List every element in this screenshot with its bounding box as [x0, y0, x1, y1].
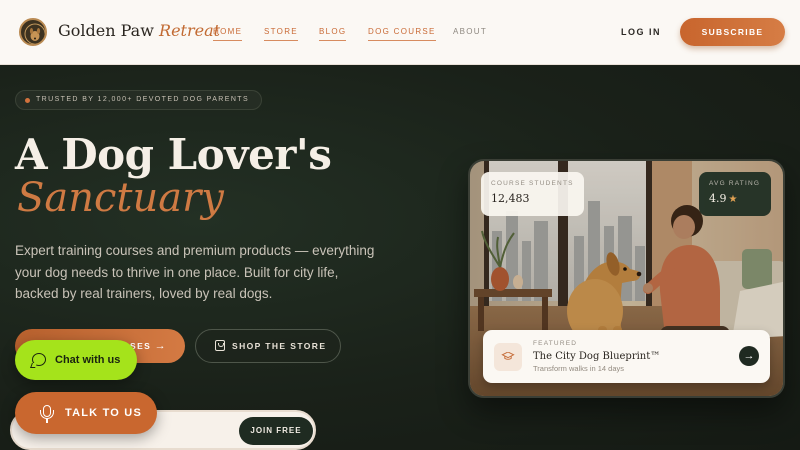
golden-paw-logo-icon[interactable]	[19, 18, 47, 46]
nav-blog[interactable]: BLOG	[319, 27, 347, 41]
site-header: Golden Paw Retreat HOME STORE BLOG DOG C…	[0, 0, 800, 65]
nav-store[interactable]: STORE	[264, 27, 298, 41]
students-label: COURSE STUDENTS	[491, 180, 574, 187]
featured-title: The City Dog Blueprint™	[533, 351, 661, 362]
chat-label: Chat with us	[55, 354, 121, 366]
students-value: 12,483	[491, 192, 530, 205]
brand-name-regular: Golden Paw	[58, 21, 154, 40]
nav-home[interactable]: HOME	[213, 27, 243, 41]
hero-headline-line2: Sanctuary	[17, 175, 224, 221]
course-students-stat: COURSE STUDENTS 12,483	[481, 172, 584, 216]
rating-value: 4.9	[709, 192, 727, 205]
brand-name-italic: Retreat	[159, 21, 221, 40]
subscribe-button[interactable]: SUBSCRIBE	[680, 18, 785, 46]
graduation-cap-icon	[494, 343, 522, 371]
hero-lead-text: Expert training courses and premium prod…	[15, 243, 375, 301]
talk-label: TALK TO US	[65, 407, 142, 419]
trust-badge-text: TRUSTED BY 12,000+ DEVOTED DOG PARENTS	[36, 96, 250, 103]
arrow-right-circle-icon[interactable]: →	[739, 346, 759, 366]
hero-headline-line1: A Dog Lover's	[15, 130, 332, 179]
nav-dog-course[interactable]: DOG COURSE	[368, 27, 436, 41]
microphone-icon	[40, 405, 54, 423]
chat-bubble-icon	[32, 353, 46, 366]
nav-about[interactable]: ABOUT	[453, 27, 487, 36]
brand-name[interactable]: Golden Paw Retreat	[58, 21, 220, 40]
login-link[interactable]: LOG IN	[621, 27, 661, 37]
trust-dot-icon	[25, 98, 30, 103]
featured-course-card[interactable]: FEATURED The City Dog Blueprint™ Transfo…	[483, 330, 770, 383]
talk-to-us-button[interactable]: TALK TO US	[15, 392, 157, 434]
shop-store-label: SHOP THE STORE	[232, 341, 327, 351]
rating-label: AVG RATING	[709, 180, 761, 187]
trust-badge: TRUSTED BY 12,000+ DEVOTED DOG PARENTS	[15, 90, 263, 110]
avg-rating-stat: AVG RATING 4.9 ★	[699, 172, 771, 216]
star-icon: ★	[728, 194, 738, 205]
shop-store-button[interactable]: SHOP THE STORE	[195, 329, 341, 363]
arrow-right-icon: →	[154, 340, 167, 352]
shopping-bag-icon	[215, 340, 225, 351]
join-free-button[interactable]: JOIN FREE	[239, 417, 313, 445]
chat-with-us-button[interactable]: Chat with us	[15, 340, 137, 380]
featured-subtitle: Transform walks in 14 days	[533, 364, 625, 373]
featured-kicker: FEATURED	[533, 340, 578, 347]
